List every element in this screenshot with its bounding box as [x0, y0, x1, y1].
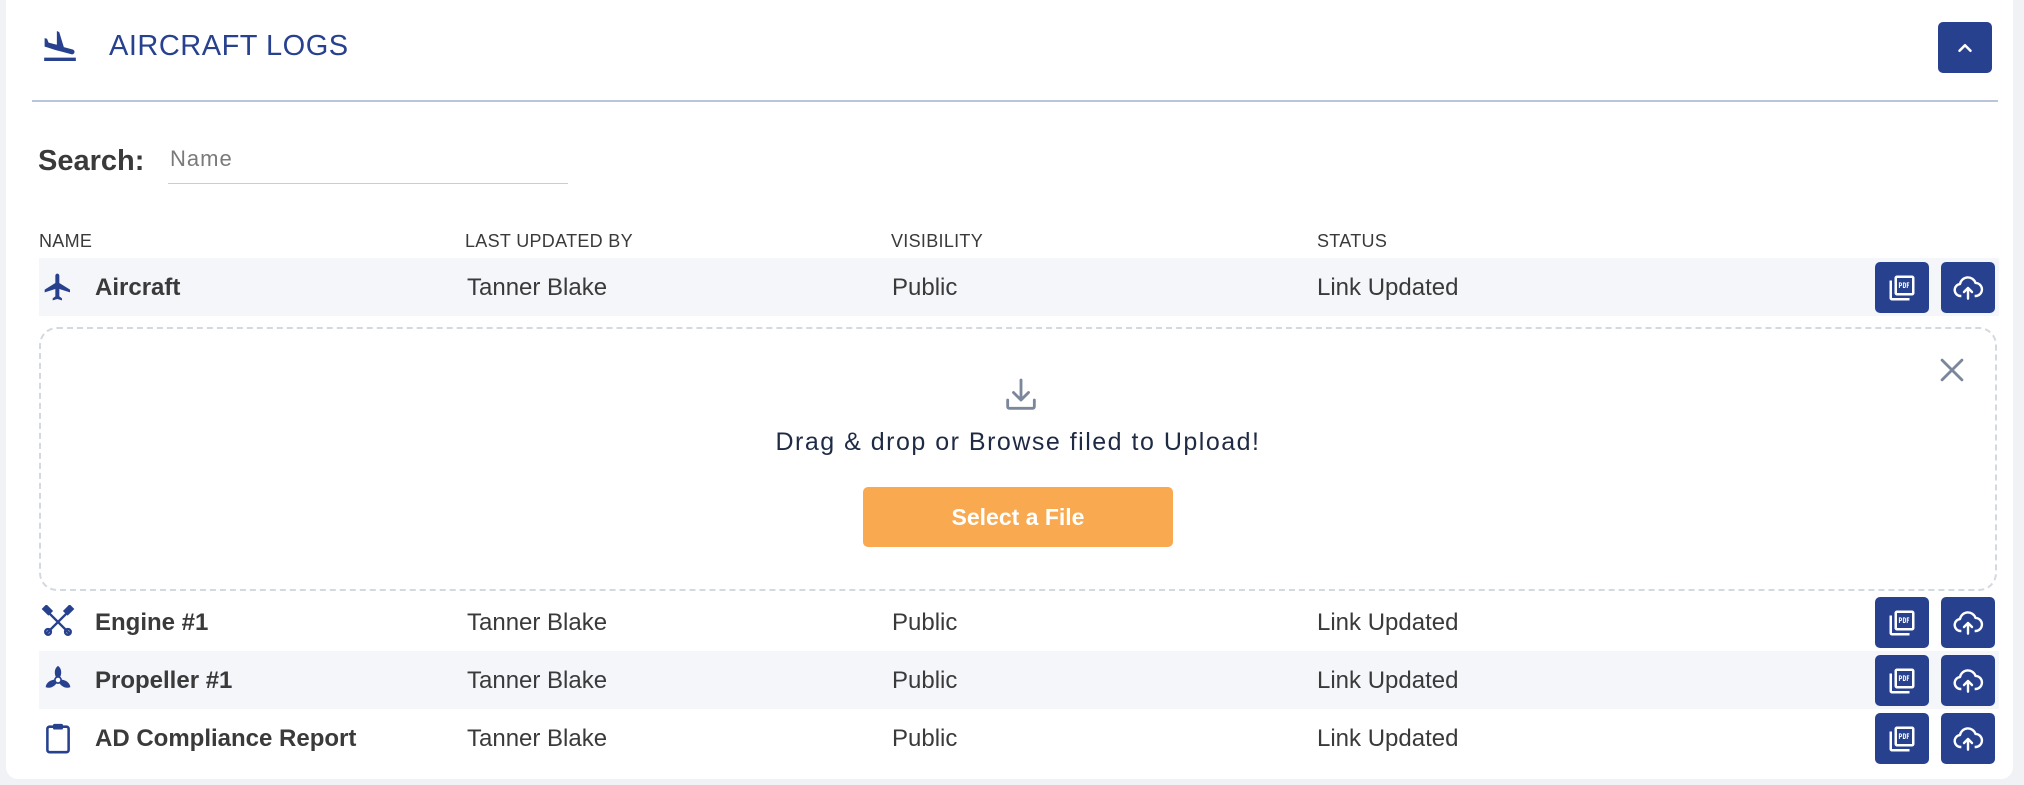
table-row[interactable]: Propeller #1 Tanner Blake Public Link Up… — [39, 651, 1999, 709]
row-name: AD Compliance Report — [95, 725, 357, 752]
view-pdf-button[interactable] — [1875, 713, 1929, 764]
upload-button[interactable] — [1941, 713, 1995, 764]
row-visibility: Public — [892, 274, 958, 301]
collapse-button[interactable] — [1938, 22, 1992, 73]
search-label: Search: — [38, 145, 145, 177]
row-name: Engine #1 — [95, 609, 209, 636]
select-file-button[interactable]: Select a File — [863, 487, 1173, 547]
view-pdf-button[interactable] — [1875, 262, 1929, 313]
view-pdf-button[interactable] — [1875, 655, 1929, 706]
pdf-icon — [1889, 610, 1915, 635]
column-header-status: STATUS — [1317, 231, 1388, 251]
engine-pistons-icon — [39, 603, 77, 641]
upload-button[interactable] — [1941, 262, 1995, 313]
file-dropzone[interactable]: Drag & drop or Browse filed to Upload! S… — [39, 327, 1997, 591]
row-status: Link Updated — [1317, 274, 1459, 301]
propeller-icon — [39, 661, 77, 699]
close-icon[interactable] — [1935, 353, 1969, 387]
row-updated-by: Tanner Blake — [467, 609, 608, 636]
dropzone-instructions: Drag & drop or Browse filed to Upload! — [775, 428, 1261, 456]
table-row[interactable]: AD Compliance Report Tanner Blake Public… — [39, 709, 1999, 767]
clipboard-icon — [39, 719, 77, 757]
column-header-visibility: VISIBILITY — [891, 231, 984, 251]
airplane-icon — [39, 268, 77, 306]
pdf-icon — [1889, 726, 1915, 751]
panel-header: AIRCRAFT LOGS — [32, 0, 1998, 102]
row-name: Aircraft — [95, 274, 181, 301]
pdf-icon — [1889, 668, 1915, 693]
row-visibility: Public — [892, 725, 958, 752]
row-updated-by: Tanner Blake — [467, 274, 608, 301]
row-updated-by: Tanner Blake — [467, 667, 608, 694]
row-status: Link Updated — [1317, 609, 1459, 636]
cloud-upload-icon — [1953, 610, 1984, 635]
search-input[interactable] — [168, 140, 568, 184]
download-icon — [1006, 378, 1036, 410]
upload-button[interactable] — [1941, 597, 1995, 648]
row-status: Link Updated — [1317, 725, 1459, 752]
pdf-icon — [1889, 274, 1915, 300]
row-visibility: Public — [892, 667, 958, 694]
upload-button[interactable] — [1941, 655, 1995, 706]
cloud-upload-icon — [1953, 668, 1984, 693]
cloud-upload-icon — [1953, 726, 1984, 751]
row-updated-by: Tanner Blake — [467, 725, 608, 752]
table-row[interactable]: Aircraft Tanner Blake Public Link Update… — [39, 258, 1999, 316]
cloud-upload-icon — [1953, 275, 1984, 300]
page-title: AIRCRAFT LOGS — [109, 30, 349, 62]
column-header-last-updated-by: LAST UPDATED BY — [465, 231, 633, 251]
table-row[interactable]: Engine #1 Tanner Blake Public Link Updat… — [39, 593, 1999, 651]
column-header-name: NAME — [39, 231, 93, 251]
airplane-landing-icon — [44, 31, 76, 61]
view-pdf-button[interactable] — [1875, 597, 1929, 648]
row-status: Link Updated — [1317, 667, 1459, 694]
row-name: Propeller #1 — [95, 667, 233, 694]
chevron-up-icon — [1958, 43, 1972, 52]
aircraft-logs-panel: AIRCRAFT LOGS Search: NAME LAST UPDATED … — [6, 0, 2013, 779]
row-visibility: Public — [892, 609, 958, 636]
